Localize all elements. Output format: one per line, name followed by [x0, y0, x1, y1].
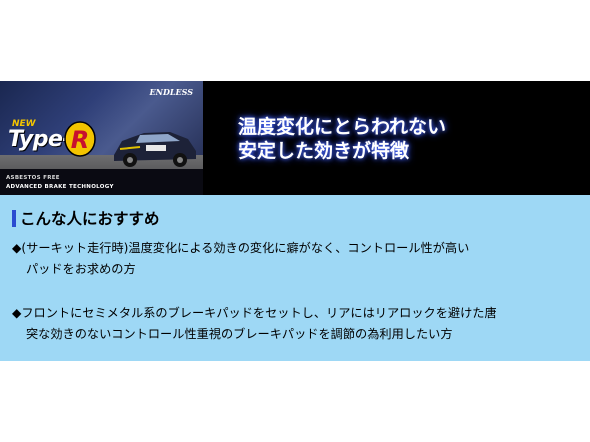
headline-line-1: 温度変化にとらわれない — [238, 116, 447, 138]
recommendation-panel: こんな人におすすめ ◆(サーキット走行時)温度変化による効きの変化に癖がなく、コ… — [0, 195, 590, 361]
product-image: ENDLESS NEW Type- R ASBESTOS FREE ADVANC… — [0, 81, 203, 195]
bullet-2-line-1: ◆フロントにセミメタル系のブレーキパッドをセットし、リアにはリアロックを避けた唐 — [12, 306, 497, 320]
section-title: こんな人におすすめ — [12, 208, 160, 228]
tagline-asbestos: ASBESTOS FREE — [6, 175, 60, 181]
bullet-1-line-2: パッドをお求めの方 — [26, 262, 136, 276]
headline: 温度変化にとらわれない 安定した効きが特徴 — [238, 115, 446, 163]
logo-r-emblem: R — [64, 121, 96, 157]
bullet-2-line-2: 突な効きのないコントロール性重視のブレーキパッドを調節の為利用したい方 — [26, 327, 453, 341]
bullet-item-1: ◆(サーキット走行時)温度変化による効きの変化に癖がなく、コントロール性が高い … — [12, 238, 582, 280]
product-caption-bar — [0, 169, 203, 195]
bullet-1-line-1: ◆(サーキット走行時)温度変化による効きの変化に癖がなく、コントロール性が高い — [12, 241, 470, 255]
section-title-text: こんな人におすすめ — [20, 210, 160, 228]
logo-r-letter: R — [71, 126, 89, 154]
tagline-technology: ADVANCED BRAKE TECHNOLOGY — [6, 184, 114, 190]
race-car-image — [114, 132, 196, 167]
bullet-item-2: ◆フロントにセミメタル系のブレーキパッドをセットし、リアにはリアロックを避けた唐… — [12, 303, 582, 345]
brand-logo: ENDLESS — [149, 87, 193, 97]
headline-line-2: 安定した効きが特徴 — [238, 140, 410, 162]
title-marker — [12, 209, 16, 227]
header-banner: ENDLESS NEW Type- R ASBESTOS FREE ADVANC… — [0, 81, 590, 195]
